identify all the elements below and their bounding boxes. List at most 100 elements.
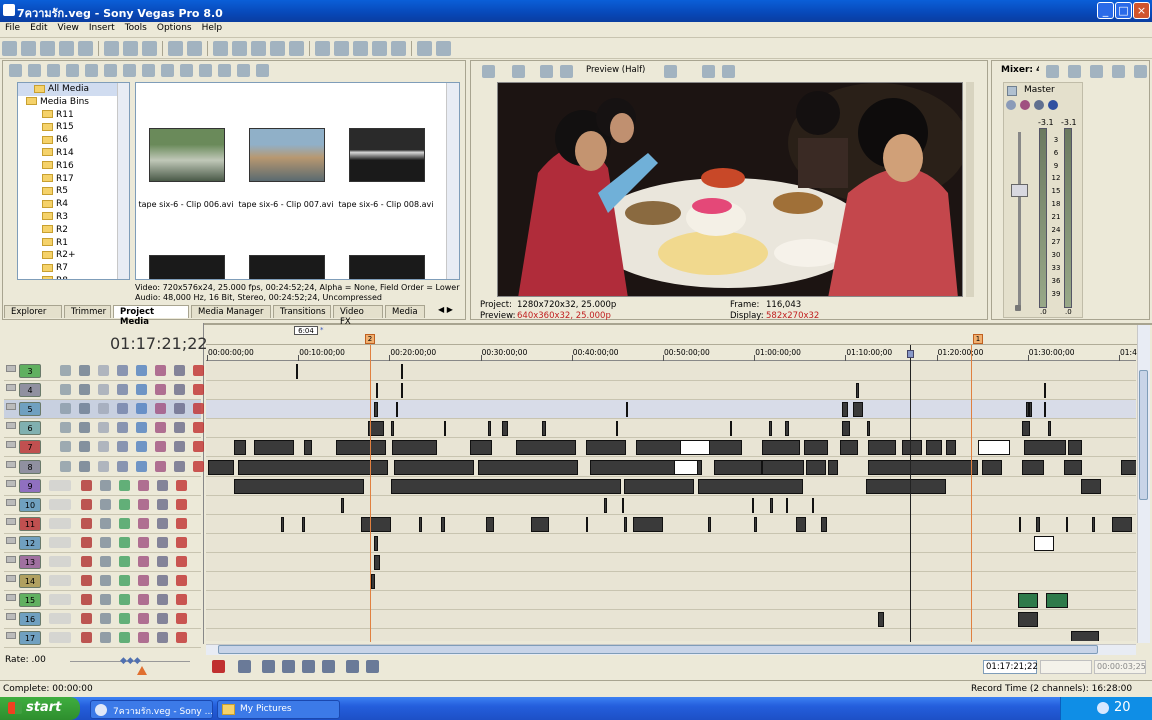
track-lane[interactable]: [206, 534, 1136, 553]
solo-icon[interactable]: [176, 594, 187, 606]
clip-thumbnail[interactable]: [149, 255, 225, 279]
taskbar-item-vegas[interactable]: 7ความรัก.veg - Sony ...: [90, 700, 213, 719]
timeline-clip[interactable]: [391, 478, 621, 494]
save-icon[interactable]: [40, 41, 55, 56]
master-fader-handle[interactable]: [1011, 184, 1028, 197]
solo-icon[interactable]: [176, 479, 187, 491]
timeline-clip[interactable]: [828, 459, 838, 475]
record-arm-icon[interactable]: [81, 479, 92, 491]
timeline-clip[interactable]: [806, 459, 826, 475]
timeline-clip[interactable]: [762, 459, 804, 475]
motion-icon[interactable]: [98, 422, 109, 434]
route-icon[interactable]: [119, 556, 130, 567]
track-lane[interactable]: [206, 381, 1136, 401]
mute-icon[interactable]: [157, 613, 168, 625]
move-down-icon[interactable]: [79, 403, 90, 415]
timeline-clip[interactable]: [812, 497, 814, 513]
timeline-clip[interactable]: [302, 516, 305, 532]
volume-slider-icon[interactable]: [49, 632, 71, 644]
split-screen-icon[interactable]: [540, 65, 553, 78]
timeline-clip[interactable]: [586, 516, 588, 532]
track-fx-icon[interactable]: [155, 460, 166, 472]
timeline-clip[interactable]: [502, 421, 508, 437]
track-fx-icon[interactable]: [138, 632, 149, 644]
fx-icon[interactable]: [1020, 100, 1030, 110]
timeline-clip[interactable]: [1044, 383, 1046, 399]
lock-envelopes-icon[interactable]: [315, 41, 330, 56]
track-fx-icon[interactable]: [138, 536, 149, 548]
compositing-icon[interactable]: [117, 365, 128, 376]
timeline-clip[interactable]: [978, 440, 1010, 456]
mixer-properties-icon[interactable]: [1046, 65, 1059, 78]
timeline-clip[interactable]: [624, 516, 627, 532]
search-icon[interactable]: [256, 64, 269, 77]
mute-icon[interactable]: [157, 479, 168, 491]
normal-edit-icon[interactable]: [213, 41, 228, 56]
selection-icon[interactable]: [251, 41, 266, 56]
tree-item[interactable]: R15: [18, 121, 129, 134]
route-icon[interactable]: [119, 517, 130, 529]
timeline-clip[interactable]: [1022, 421, 1030, 437]
timeline-clip[interactable]: [1048, 421, 1051, 437]
timeline-clip[interactable]: [1036, 516, 1040, 532]
mute-icon[interactable]: [157, 498, 168, 510]
stop-icon[interactable]: [322, 660, 335, 673]
media-fx-icon[interactable]: [104, 64, 117, 77]
move-down-icon[interactable]: [79, 384, 90, 396]
menu-insert[interactable]: Insert: [84, 22, 120, 33]
track-fx-icon[interactable]: [155, 422, 166, 434]
play-icon[interactable]: [180, 64, 193, 77]
play-icon[interactable]: [282, 660, 295, 673]
tree-item[interactable]: Media Bins: [18, 96, 129, 109]
menu-tools[interactable]: Tools: [120, 22, 152, 33]
timeline-clip[interactable]: [401, 383, 403, 399]
timeline-clip[interactable]: [708, 516, 711, 532]
timeline-clip[interactable]: [868, 440, 896, 456]
tab-project-media[interactable]: Project Media: [113, 305, 189, 327]
rate-slider-handle[interactable]: ◆◆◆: [120, 656, 141, 666]
timeline-clip[interactable]: [1071, 631, 1099, 641]
route-icon[interactable]: [119, 632, 130, 644]
solo-icon[interactable]: [176, 613, 187, 625]
compositing-icon[interactable]: [117, 460, 128, 472]
timeline-clip[interactable]: [542, 421, 546, 437]
mute-icon[interactable]: [157, 556, 168, 567]
new-icon[interactable]: [2, 41, 17, 56]
tab-transitions[interactable]: Transitions: [273, 305, 331, 318]
menu-view[interactable]: View: [53, 22, 84, 33]
timeline-clip[interactable]: [374, 402, 378, 418]
volume-slider-icon[interactable]: [49, 498, 71, 510]
mute-icon[interactable]: [157, 594, 168, 606]
envelope-icon[interactable]: [232, 41, 247, 56]
mute-icon[interactable]: [174, 441, 185, 453]
zoom-icon[interactable]: [270, 41, 285, 56]
tree-item[interactable]: R16: [18, 160, 129, 173]
track-fx-icon[interactable]: [138, 517, 149, 529]
timeline-clip[interactable]: [840, 440, 858, 456]
timeline-clip[interactable]: [1018, 593, 1038, 609]
menu-options[interactable]: Options: [152, 22, 197, 33]
clip-thumbnail[interactable]: [349, 255, 425, 279]
redo-icon[interactable]: [187, 41, 202, 56]
mute-icon[interactable]: [157, 575, 168, 587]
remove-icon[interactable]: [123, 64, 136, 77]
timeline-clip[interactable]: [926, 440, 942, 456]
paste-icon[interactable]: [142, 41, 157, 56]
timeline-clip[interactable]: [785, 421, 789, 437]
track-expand-icon[interactable]: [6, 422, 16, 430]
timeline-clip[interactable]: [531, 516, 549, 532]
playhead-cursor[interactable]: [910, 345, 911, 642]
track-header-3[interactable]: 3: [4, 362, 204, 381]
channel-add-icon[interactable]: [1112, 65, 1125, 78]
track-expand-icon[interactable]: [6, 441, 16, 449]
cut-icon[interactable]: [104, 41, 119, 56]
track-lane[interactable]: [206, 477, 1136, 496]
mute-icon[interactable]: [174, 422, 185, 434]
timeline-clip[interactable]: [752, 497, 754, 513]
track-fx-icon[interactable]: [138, 594, 149, 606]
mute-icon[interactable]: [1034, 100, 1044, 110]
close-button[interactable]: ×: [1133, 2, 1150, 19]
invert-phase-icon[interactable]: [100, 556, 111, 567]
tree-item[interactable]: R14: [18, 147, 129, 160]
tree-item[interactable]: R7: [18, 262, 129, 275]
